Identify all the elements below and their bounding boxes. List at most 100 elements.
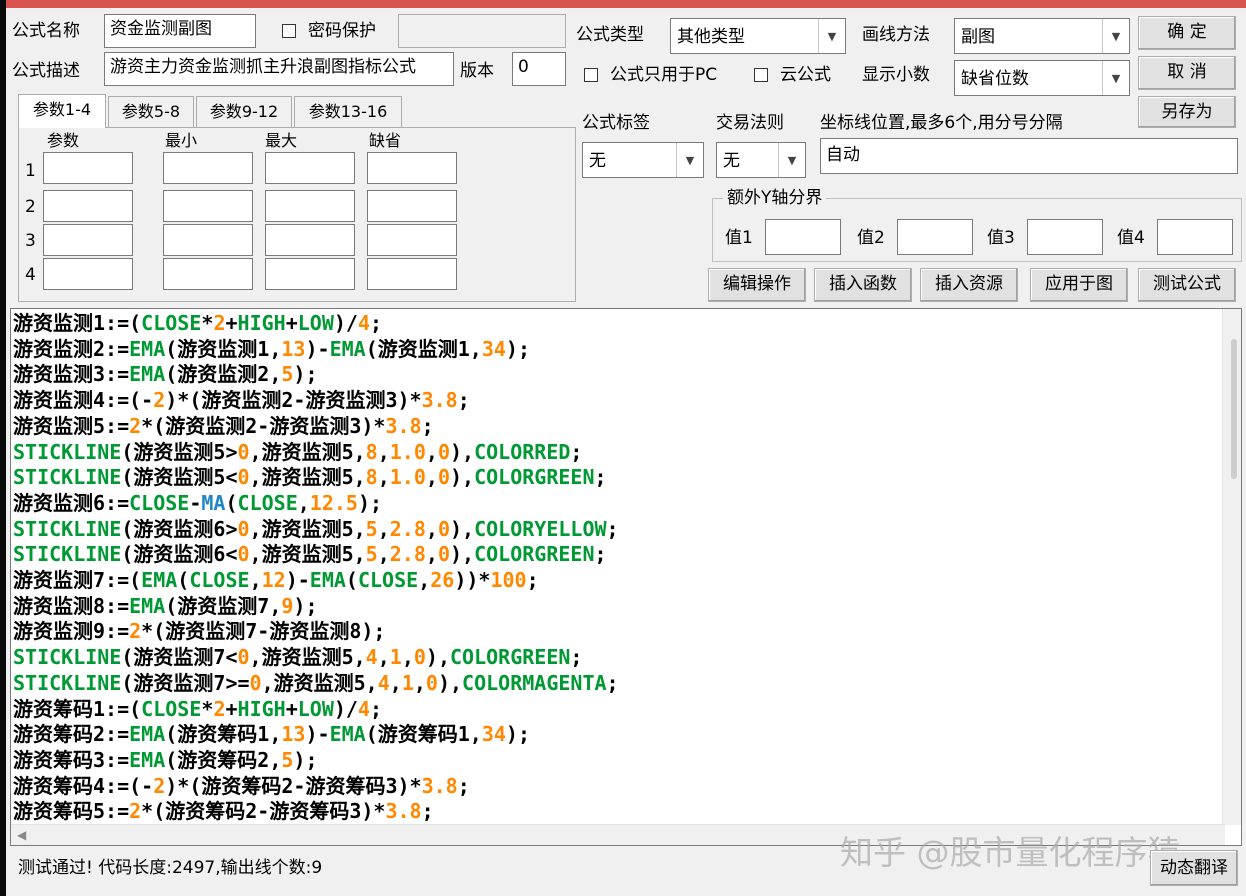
- cloud-formula-checkbox[interactable]: [754, 68, 768, 82]
- y-value-4-input[interactable]: [1157, 219, 1233, 255]
- code-line[interactable]: 游资监测3:=EMA(游资监测2,5);: [13, 362, 619, 388]
- cloud-formula-label: 云公式: [780, 65, 831, 85]
- code-line[interactable]: 游资监测8:=EMA(游资监测7,9);: [13, 594, 619, 620]
- formula-type-select[interactable]: 其他类型 ▼: [670, 18, 846, 54]
- code-line[interactable]: STICKLINE(游资监测7>=0,游资监测5,4,1,0),COLORMAG…: [13, 671, 619, 697]
- code-line[interactable]: STICKLINE(游资监测7<0,游资监测5,4,1,0),COLORGREE…: [13, 645, 619, 671]
- param-3-min-input[interactable]: [163, 224, 253, 256]
- param-3-name-input[interactable]: [43, 224, 133, 256]
- code-editor[interactable]: 游资监测1:=(CLOSE*2+HIGH+LOW)/4; 游资监测2:=EMA(游…: [10, 308, 1242, 846]
- tab-params-5-8[interactable]: 参数5-8: [108, 96, 194, 127]
- chevron-down-icon: ▼: [676, 143, 703, 177]
- decimal-select[interactable]: 缺省位数 ▼: [954, 60, 1130, 96]
- param-3-max-input[interactable]: [265, 224, 355, 256]
- trade-rule-select[interactable]: 无 ▼: [716, 142, 806, 178]
- formula-type-value: 其他类型: [677, 27, 745, 47]
- y-value-1-label: 值1: [725, 228, 753, 248]
- y-value-3-label: 值3: [987, 228, 1015, 248]
- code-line[interactable]: STICKLINE(游资监测5>0,游资监测5,8,1.0,0),COLORRE…: [13, 440, 619, 466]
- ok-button[interactable]: 确 定: [1138, 16, 1236, 50]
- y-value-3-input[interactable]: [1027, 219, 1103, 255]
- chevron-down-icon: ▼: [1102, 19, 1129, 53]
- formula-tag-label: 公式标签: [582, 113, 650, 133]
- formula-desc-label: 公式描述: [12, 61, 80, 81]
- password-checkbox[interactable]: [282, 24, 296, 38]
- test-formula-button[interactable]: 测试公式: [1138, 268, 1236, 302]
- param-header-name: 参数: [47, 131, 80, 150]
- code-line[interactable]: 游资监测4:=(-2)*(游资监测2-游资监测3)*3.8;: [13, 388, 619, 414]
- extra-y-axis-group: 额外Y轴分界 值1 值2 值3 值4: [712, 187, 1242, 262]
- extra-y-axis-title: 额外Y轴分界: [723, 187, 827, 209]
- y-value-1-input[interactable]: [765, 219, 841, 255]
- password-input[interactable]: [398, 14, 566, 48]
- trade-rule-label: 交易法则: [716, 113, 784, 133]
- formula-type-label: 公式类型: [576, 25, 644, 45]
- pc-only-label: 公式只用于PC: [610, 65, 718, 85]
- formula-name-label: 公式名称: [12, 21, 80, 41]
- chevron-down-icon: ▼: [778, 143, 805, 177]
- draw-method-select[interactable]: 副图 ▼: [954, 18, 1130, 54]
- code-line[interactable]: STICKLINE(游资监测6<0,游资监测5,5,2.8,0),COLORGR…: [13, 542, 619, 568]
- param-4-default-input[interactable]: [367, 258, 457, 290]
- param-2-name-input[interactable]: [43, 190, 133, 222]
- watermark: 知乎 @股市量化程序猿: [840, 833, 1181, 872]
- formula-tag-select[interactable]: 无 ▼: [582, 142, 704, 178]
- param-1-max-input[interactable]: [265, 152, 355, 184]
- code-line[interactable]: 游资监测1:=(CLOSE*2+HIGH+LOW)/4;: [13, 311, 619, 337]
- code-line[interactable]: 游资监测7:=(EMA(CLOSE,12)-EMA(CLOSE,26))*100…: [13, 568, 619, 594]
- code-line[interactable]: 游资监测6:=CLOSE-MA(CLOSE,12.5);: [13, 491, 619, 517]
- code-line[interactable]: 游资筹码2:=EMA(游资筹码1,13)-EMA(游资筹码1,34);: [13, 722, 619, 748]
- scrollbar-thumb[interactable]: [1231, 339, 1237, 479]
- version-input[interactable]: 0: [512, 52, 566, 86]
- draw-method-label: 画线方法: [862, 25, 930, 45]
- code-line[interactable]: 游资筹码1:=(CLOSE*2+HIGH+LOW)/4;: [13, 697, 619, 723]
- param-2-max-input[interactable]: [265, 190, 355, 222]
- param-1-min-input[interactable]: [163, 152, 253, 184]
- param-1-name-input[interactable]: [43, 152, 133, 184]
- apply-to-chart-button[interactable]: 应用于图: [1030, 268, 1128, 302]
- code-line[interactable]: 游资监测5:=2*(游资监测2-游资监测3)*3.8;: [13, 414, 619, 440]
- password-label: 密码保护: [308, 21, 376, 41]
- code-line[interactable]: STICKLINE(游资监测6>0,游资监测5,5,2.8,0),COLORYE…: [13, 517, 619, 543]
- param-header-max: 最大: [265, 131, 298, 150]
- code-line[interactable]: 游资监测2:=EMA(游资监测1,13)-EMA(游资监测1,34);: [13, 337, 619, 363]
- edit-operation-button[interactable]: 编辑操作: [708, 268, 806, 302]
- param-4-max-input[interactable]: [265, 258, 355, 290]
- param-row-index: 1: [25, 161, 36, 181]
- insert-function-button[interactable]: 插入函数: [814, 268, 912, 302]
- tab-params-13-16[interactable]: 参数13-16: [294, 96, 402, 127]
- vertical-scrollbar[interactable]: [1222, 309, 1241, 825]
- pc-only-checkbox[interactable]: [584, 68, 598, 82]
- code-text[interactable]: 游资监测1:=(CLOSE*2+HIGH+LOW)/4; 游资监测2:=EMA(游…: [13, 311, 619, 825]
- save-as-button[interactable]: 另存为: [1138, 96, 1236, 128]
- chevron-down-icon: ▼: [818, 19, 845, 53]
- param-2-default-input[interactable]: [367, 190, 457, 222]
- tab-params-1-4[interactable]: 参数1-4: [18, 94, 106, 128]
- param-panel: 参数 最小 最大 缺省 1 2 3 4: [18, 127, 576, 302]
- param-2-min-input[interactable]: [163, 190, 253, 222]
- title-bar-strip: [6, 0, 1246, 8]
- param-header-min: 最小: [165, 131, 198, 150]
- draw-method-value: 副图: [961, 27, 995, 47]
- code-line[interactable]: 游资筹码4:=(-2)*(游资筹码2-游资筹码3)*3.8;: [13, 774, 619, 800]
- param-4-min-input[interactable]: [163, 258, 253, 290]
- scroll-left-icon[interactable]: ◀: [17, 828, 26, 842]
- insert-resource-button[interactable]: 插入资源: [920, 268, 1018, 302]
- param-4-name-input[interactable]: [43, 258, 133, 290]
- param-1-default-input[interactable]: [367, 152, 457, 184]
- version-label: 版本: [460, 61, 494, 81]
- code-line[interactable]: 游资筹码3:=EMA(游资筹码2,5);: [13, 748, 619, 774]
- cancel-button[interactable]: 取 消: [1138, 56, 1236, 90]
- formula-name-input[interactable]: 资金监测副图: [104, 14, 256, 48]
- dynamic-translate-button[interactable]: 动态翻译: [1150, 850, 1238, 886]
- param-row-index: 2: [25, 197, 36, 217]
- coord-line-input[interactable]: 自动: [820, 138, 1238, 174]
- code-line[interactable]: 游资监测9:=2*(游资监测7-游资监测8);: [13, 619, 619, 645]
- formula-desc-input[interactable]: 游资主力资金监测抓主升浪副图指标公式: [104, 52, 454, 86]
- code-line[interactable]: 游资筹码5:=2*(游资筹码2-游资筹码3)*3.8;: [13, 799, 619, 825]
- param-3-default-input[interactable]: [367, 224, 457, 256]
- trade-rule-value: 无: [723, 151, 740, 171]
- tab-params-9-12[interactable]: 参数9-12: [196, 96, 292, 127]
- y-value-2-input[interactable]: [897, 219, 973, 255]
- code-line[interactable]: STICKLINE(游资监测5<0,游资监测5,8,1.0,0),COLORGR…: [13, 465, 619, 491]
